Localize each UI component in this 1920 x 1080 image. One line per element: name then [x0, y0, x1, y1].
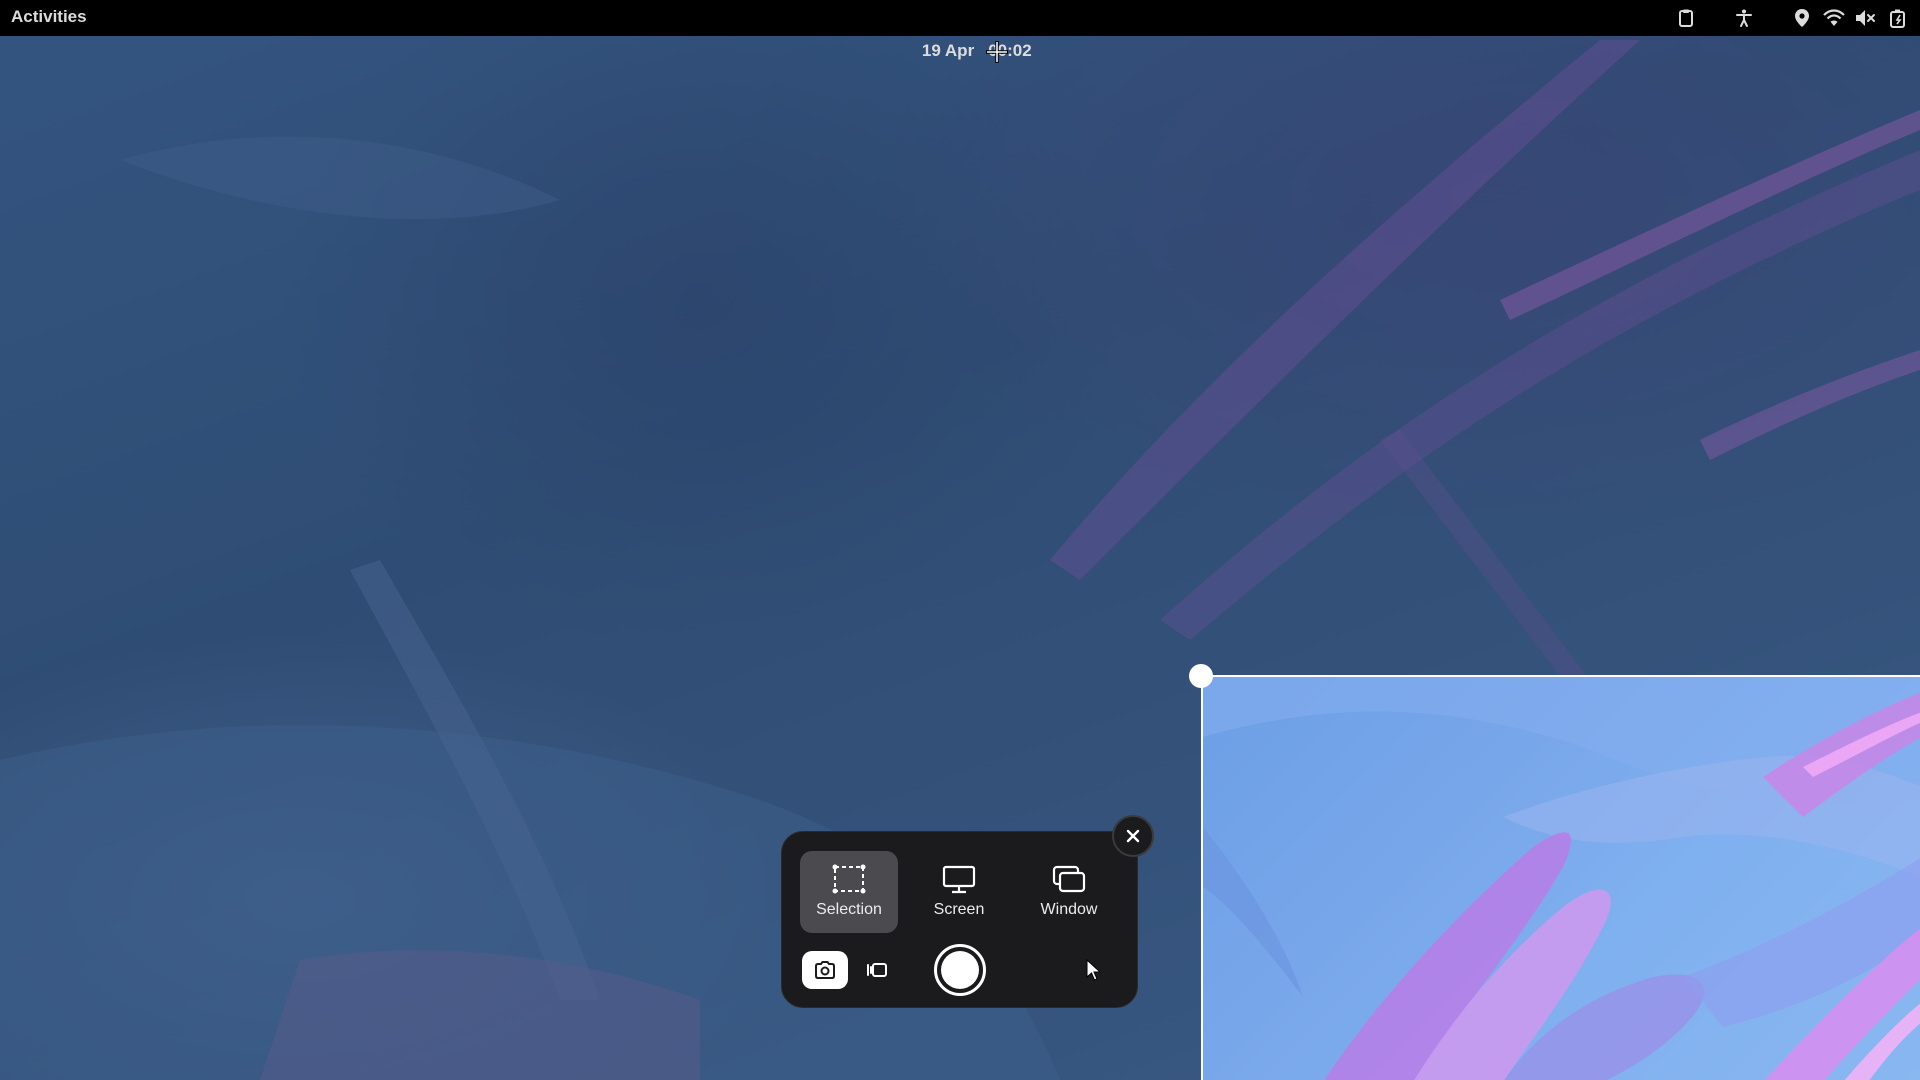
selection-area[interactable] — [1201, 675, 1920, 1080]
location-icon[interactable] — [1790, 6, 1814, 30]
camera-icon — [815, 961, 835, 979]
screenshot-panel: Selection Screen Window — [781, 831, 1138, 1008]
close-icon — [1126, 829, 1140, 843]
accessibility-icon[interactable] — [1732, 6, 1756, 30]
activities-button[interactable]: Activities — [11, 0, 87, 36]
top-bar: Activities 19 Apr 00:02 — [0, 0, 1920, 60]
mode-window-label: Window — [1040, 901, 1098, 918]
pointer-icon — [1086, 959, 1102, 981]
screenshot-toggle[interactable] — [802, 951, 848, 989]
screencast-toggle[interactable] — [854, 951, 900, 989]
wifi-icon[interactable] — [1822, 6, 1846, 30]
volume-muted-icon[interactable] — [1854, 6, 1878, 30]
selection-resize-handle[interactable] — [1189, 664, 1213, 688]
mode-window-button[interactable]: Window — [1020, 851, 1118, 933]
capture-type-toggle — [802, 951, 900, 989]
battery-icon[interactable] — [1886, 6, 1910, 30]
close-button[interactable] — [1112, 815, 1154, 857]
window-icon — [1052, 863, 1086, 895]
mode-screen-button[interactable]: Screen — [910, 851, 1008, 933]
clock-button[interactable]: 19 Apr 00:02 — [903, 0, 1032, 60]
mode-selection-label: Selection — [816, 901, 882, 918]
show-pointer-toggle[interactable] — [1080, 956, 1108, 984]
clock-date: 19 Apr — [921, 41, 975, 60]
mode-screen-label: Screen — [933, 901, 985, 918]
crosshair-cursor-icon — [985, 40, 1009, 64]
clipboard-icon[interactable] — [1674, 6, 1698, 30]
monitor-icon — [942, 863, 976, 895]
capture-button-inner — [941, 951, 979, 989]
selection-preview-shapes — [1203, 677, 1920, 1080]
selection-icon — [832, 863, 866, 895]
mode-selection-button[interactable]: Selection — [800, 851, 898, 933]
screencast-icon — [867, 963, 887, 977]
capture-button[interactable] — [934, 944, 986, 996]
